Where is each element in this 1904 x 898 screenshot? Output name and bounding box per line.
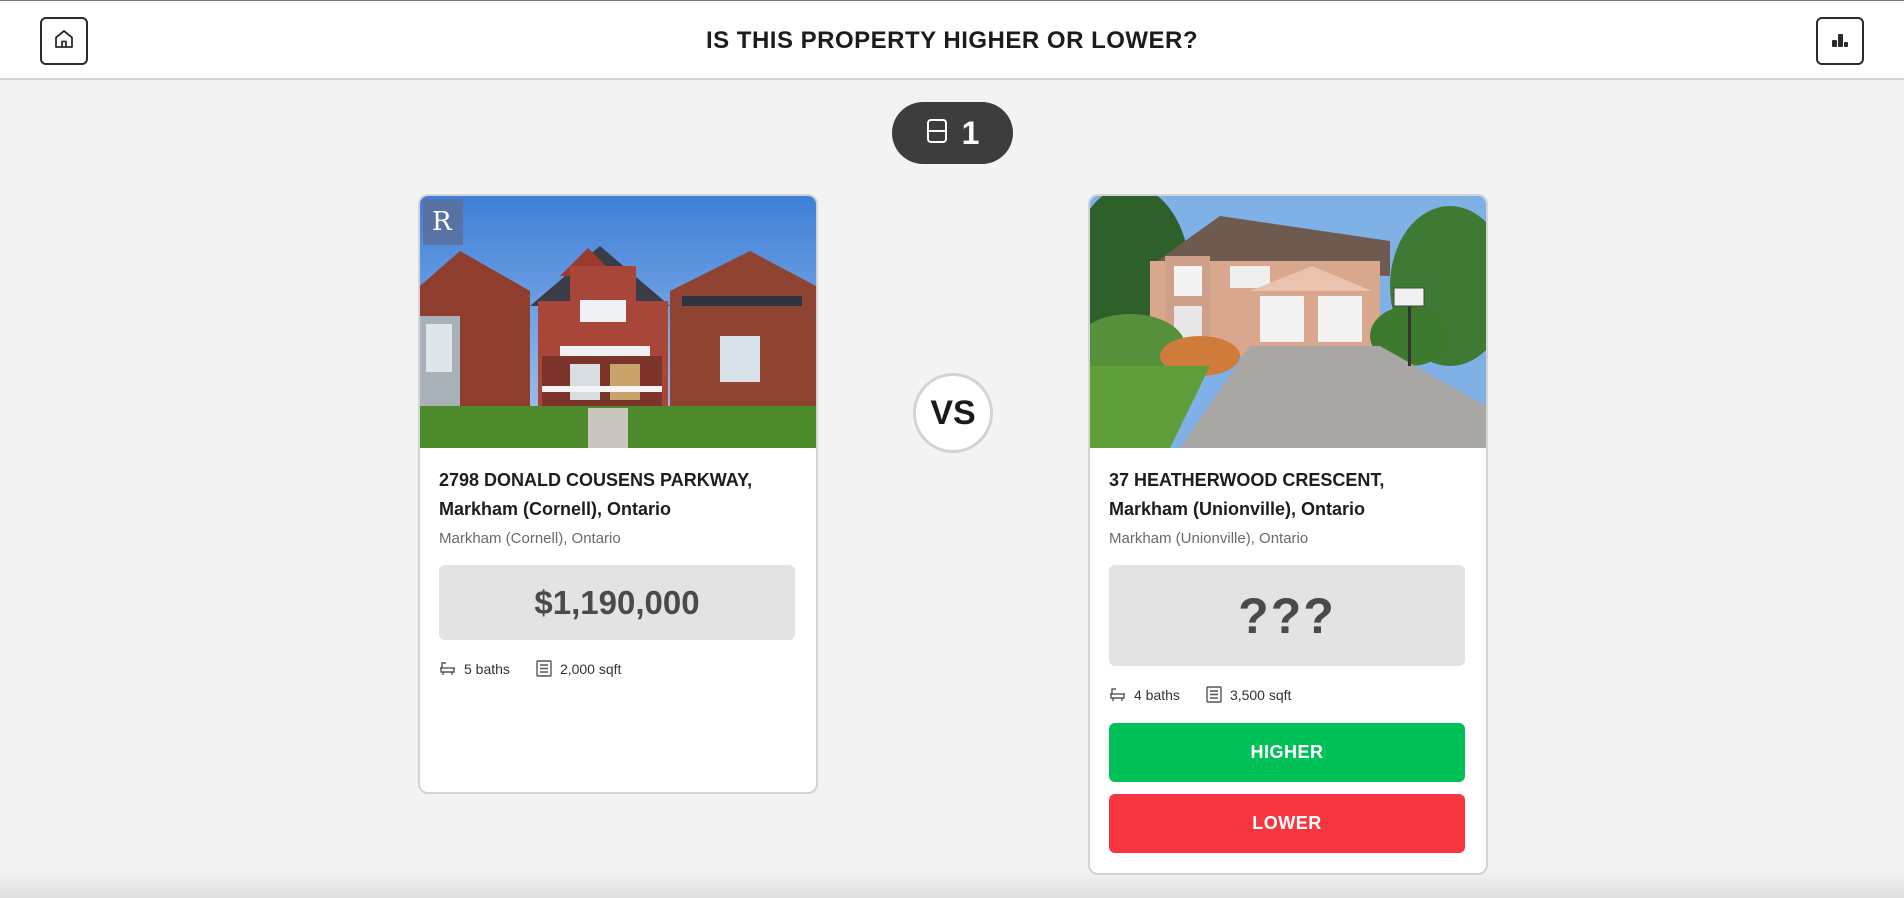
property-address: 2798 DONALD COUSENS PARKWAY, Markham (Co… (439, 470, 753, 519)
property-location: Markham (Unionville), Ontario (1109, 530, 1309, 547)
property-meta: 4 baths 3,500 sqft (1109, 686, 1467, 703)
bottom-shadow (0, 870, 1904, 898)
bar-chart-icon (1828, 27, 1852, 56)
home-button[interactable] (40, 17, 88, 65)
stats-button[interactable] (1816, 17, 1864, 65)
house-card-icon (926, 118, 948, 149)
sqft-value: 2,000 sqft (559, 660, 622, 677)
svg-text:R: R (432, 207, 453, 237)
property-meta: 5 baths 2,000 sqft (439, 660, 797, 677)
higher-button[interactable]: HIGHER (1109, 723, 1465, 782)
vs-badge: VS (913, 373, 993, 453)
bath-icon (439, 661, 456, 676)
property-card-left: R 2798 DONALD COUSENS PARKWAY, Markham (… (418, 194, 818, 794)
price-display: $1,190,000 (439, 565, 795, 640)
hidden-price-display: ??? (1109, 565, 1465, 666)
floorplan-icon (1206, 686, 1222, 703)
home-icon (52, 27, 76, 56)
sqft-value: 3,500 sqft (1229, 686, 1292, 703)
property-card-right: 37 HEATHERWOOD CRESCENT, Markham (Unionv… (1088, 194, 1488, 875)
baths-count: 5 baths (464, 660, 510, 677)
top-bar: IS THIS PROPERTY HIGHER OR LOWER? (0, 0, 1904, 80)
property-photo-left: R (420, 196, 816, 448)
page-title: IS THIS PROPERTY HIGHER OR LOWER? (705, 27, 1199, 54)
floorplan-icon (536, 660, 552, 677)
score-counter: 1 (892, 102, 1013, 164)
score-value: 1 (961, 114, 980, 151)
property-address: 37 HEATHERWOOD CRESCENT, Markham (Unionv… (1109, 470, 1385, 519)
lower-button[interactable]: LOWER (1109, 794, 1465, 853)
bath-icon (1109, 687, 1126, 702)
property-photo-right (1090, 196, 1486, 448)
property-location: Markham (Cornell), Ontario (439, 530, 621, 547)
baths-count: 4 baths (1134, 686, 1180, 703)
